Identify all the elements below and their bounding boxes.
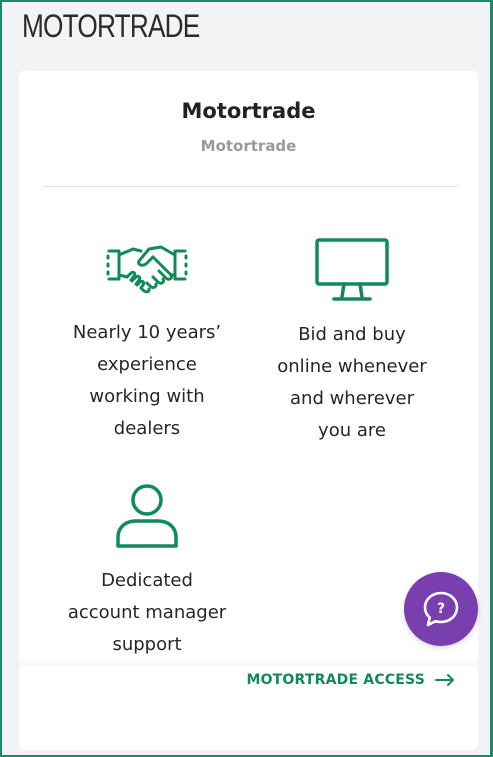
feature-account-manager-text: Dedicated account manager support [67, 570, 227, 655]
user-icon [116, 484, 178, 548]
page-frame: MOTORTRADE Motortrade Motortrade Nearly … [0, 0, 493, 757]
chat-help-label: ? [437, 601, 445, 617]
card-title: Motortrade [181, 99, 316, 123]
chat-help-icon: ? [423, 591, 459, 627]
feature-online: Bid and buy online whenever and wherever… [247, 237, 457, 447]
motortrade-card: Motortrade Motortrade Nearly 10 years’ e… [19, 71, 478, 750]
chat-help-button[interactable]: ? [404, 572, 478, 646]
handshake-icon [106, 245, 188, 294]
brand-logo[interactable]: MOTORTRADE [22, 8, 200, 44]
card-subtitle: Motortrade [200, 137, 297, 155]
feature-online-text: Bid and buy online whenever and wherever… [277, 324, 427, 441]
arrow-right-icon [435, 674, 454, 686]
monitor-icon [315, 238, 389, 301]
feature-account-manager: Dedicated account manager support [42, 483, 252, 661]
card-divider [43, 186, 458, 187]
feature-experience: Nearly 10 years’ experience working with… [42, 237, 252, 445]
access-link-label: MOTORTRADE ACCESS [246, 672, 425, 688]
motortrade-access-link[interactable]: MOTORTRADE ACCESS [246, 672, 455, 688]
feature-experience-text: Nearly 10 years’ experience working with… [72, 322, 222, 439]
